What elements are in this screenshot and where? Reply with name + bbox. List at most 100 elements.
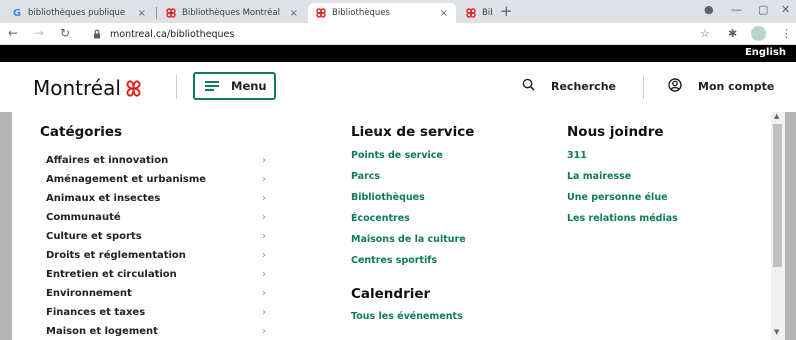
nous-joindre-link[interactable]: 311 [567,150,678,171]
site-header: Montréal Menu Recherche Mon compte [0,62,796,112]
search-button[interactable]: Recherche [522,78,616,95]
chevron-right-icon: › [262,174,266,185]
nous-joindre-title: Nous joindre [567,124,664,140]
calendrier-list: Tous les événements [351,311,463,322]
chevron-right-icon: › [262,250,266,261]
montreal-rose-icon [466,8,476,18]
category-item[interactable]: Finances et taxes › [46,303,266,322]
lock-icon [94,29,100,39]
browser-tab[interactable]: Bibliothèques publique [458,3,492,23]
chevron-right-icon: › [262,326,266,337]
menu-label: Menu [231,79,267,93]
logo-text: Montréal [33,76,121,100]
minimize-icon[interactable]: — [731,3,742,16]
more-options-icon[interactable]: ⋮ [781,27,792,40]
categories-list: Affaires et innovation › Aménagement et u… [46,151,266,340]
category-item[interactable]: Entretien et circulation › [46,265,266,284]
address-bar[interactable]: montreal.ca/bibliotheques [92,26,692,42]
montreal-logo[interactable]: Montréal [33,76,143,100]
account-label: Mon compte [698,80,775,93]
browser-tab-strip: G bibliothèques publique × Bibliothèques… [0,0,796,23]
lieux-link[interactable]: Bibliothèques [351,192,466,213]
hamburger-icon [205,81,219,91]
category-label: Affaires et innovation [46,155,169,166]
chevron-right-icon: › [262,155,266,166]
browser-toolbar: ← → ↻ montreal.ca/bibliotheques ☆ ✱ ⋮ [0,23,796,45]
close-tab-icon[interactable]: × [138,8,146,19]
montreal-rose-icon [126,79,141,97]
category-item[interactable]: Affaires et innovation › [46,151,266,170]
chevron-right-icon: › [262,288,266,299]
lieux-link[interactable]: Centres sportifs [351,255,466,276]
scroll-up-icon[interactable]: ▲ [774,112,779,120]
back-icon[interactable]: ← [8,26,18,40]
browser-tab[interactable]: G bibliothèques publique × [4,3,154,23]
lieux-link[interactable]: Points de service [351,150,466,171]
category-item[interactable]: Maison et logement › [46,322,266,340]
google-g-icon: G [12,7,22,19]
category-label: Droits et réglementation [46,250,186,261]
tab-label: Bibliothèques Montréal [182,8,280,18]
site-top-bar: English [0,45,796,62]
profile-avatar[interactable] [751,26,766,41]
lieux-title: Lieux de service [351,124,475,140]
tab-label: bibliothèques publique [28,8,126,18]
tab-label: Bibliothèques [332,8,390,18]
category-label: Environnement [46,288,132,299]
header-divider [176,75,177,99]
extensions-icon[interactable]: ✱ [728,27,737,40]
category-item[interactable]: Culture et sports › [46,227,266,246]
lieux-list: Points de service Parcs Bibliothèques Éc… [351,150,466,276]
chevron-right-icon: › [262,307,266,318]
user-icon [668,78,682,95]
maximize-icon[interactable]: ▢ [758,3,768,16]
nous-joindre-link[interactable]: Les relations médias [567,213,678,234]
category-item[interactable]: Communauté › [46,208,266,227]
lieux-link[interactable]: Parcs [351,171,466,192]
chevron-right-icon: › [262,231,266,242]
category-label: Culture et sports [46,231,142,242]
tab-separator [156,7,157,19]
search-label: Recherche [551,80,616,93]
header-divider [643,75,644,99]
chevron-right-icon: › [262,269,266,280]
lieux-link[interactable]: Écocentres [351,213,466,234]
calendrier-title: Calendrier [351,286,431,302]
reload-icon[interactable]: ↻ [60,26,70,40]
close-tab-icon[interactable]: × [440,8,448,19]
nous-joindre-link[interactable]: Une personne élue [567,192,678,213]
category-label: Finances et taxes [46,307,146,318]
browser-tab[interactable]: Bibliothèques Montréal × [158,3,306,23]
montreal-rose-icon [166,8,176,18]
bookmark-star-icon[interactable]: ☆ [700,27,710,40]
search-icon [522,78,535,95]
browser-tab-active[interactable]: Bibliothèques × [308,3,456,23]
category-item[interactable]: Aménagement et urbanisme › [46,170,266,189]
category-label: Aménagement et urbanisme [46,174,207,185]
category-label: Animaux et insectes [46,193,161,204]
category-item[interactable]: Animaux et insectes › [46,189,266,208]
nous-joindre-list: 311 La mairesse Une personne élue Les re… [567,150,678,234]
category-label: Communauté [46,212,121,223]
forward-icon[interactable]: → [34,26,44,40]
calendrier-link[interactable]: Tous les événements [351,311,463,322]
close-window-icon[interactable]: ✕ [781,3,790,16]
category-item[interactable]: Environnement › [46,284,266,303]
scrollbar-thumb[interactable] [773,124,782,267]
category-item[interactable]: Droits et réglementation › [46,246,266,265]
category-label: Entretien et circulation [46,269,177,280]
montreal-rose-icon [316,8,326,18]
category-label: Maison et logement [46,326,158,337]
new-tab-icon[interactable]: + [500,2,513,20]
account-button[interactable]: Mon compte [668,78,774,95]
scroll-down-icon[interactable]: ▼ [774,328,779,336]
language-link[interactable]: English [745,47,786,58]
chevron-right-icon: › [262,193,266,204]
nous-joindre-link[interactable]: La mairesse [567,171,678,192]
lieux-link[interactable]: Maisons de la culture [351,234,466,255]
close-tab-icon[interactable]: × [290,8,298,19]
menu-button[interactable]: Menu [193,72,276,100]
url-text: montreal.ca/bibliotheques [110,28,235,40]
tab-label: Bibliothèques publique [482,8,492,18]
tab-search-icon[interactable]: ● [704,3,714,16]
